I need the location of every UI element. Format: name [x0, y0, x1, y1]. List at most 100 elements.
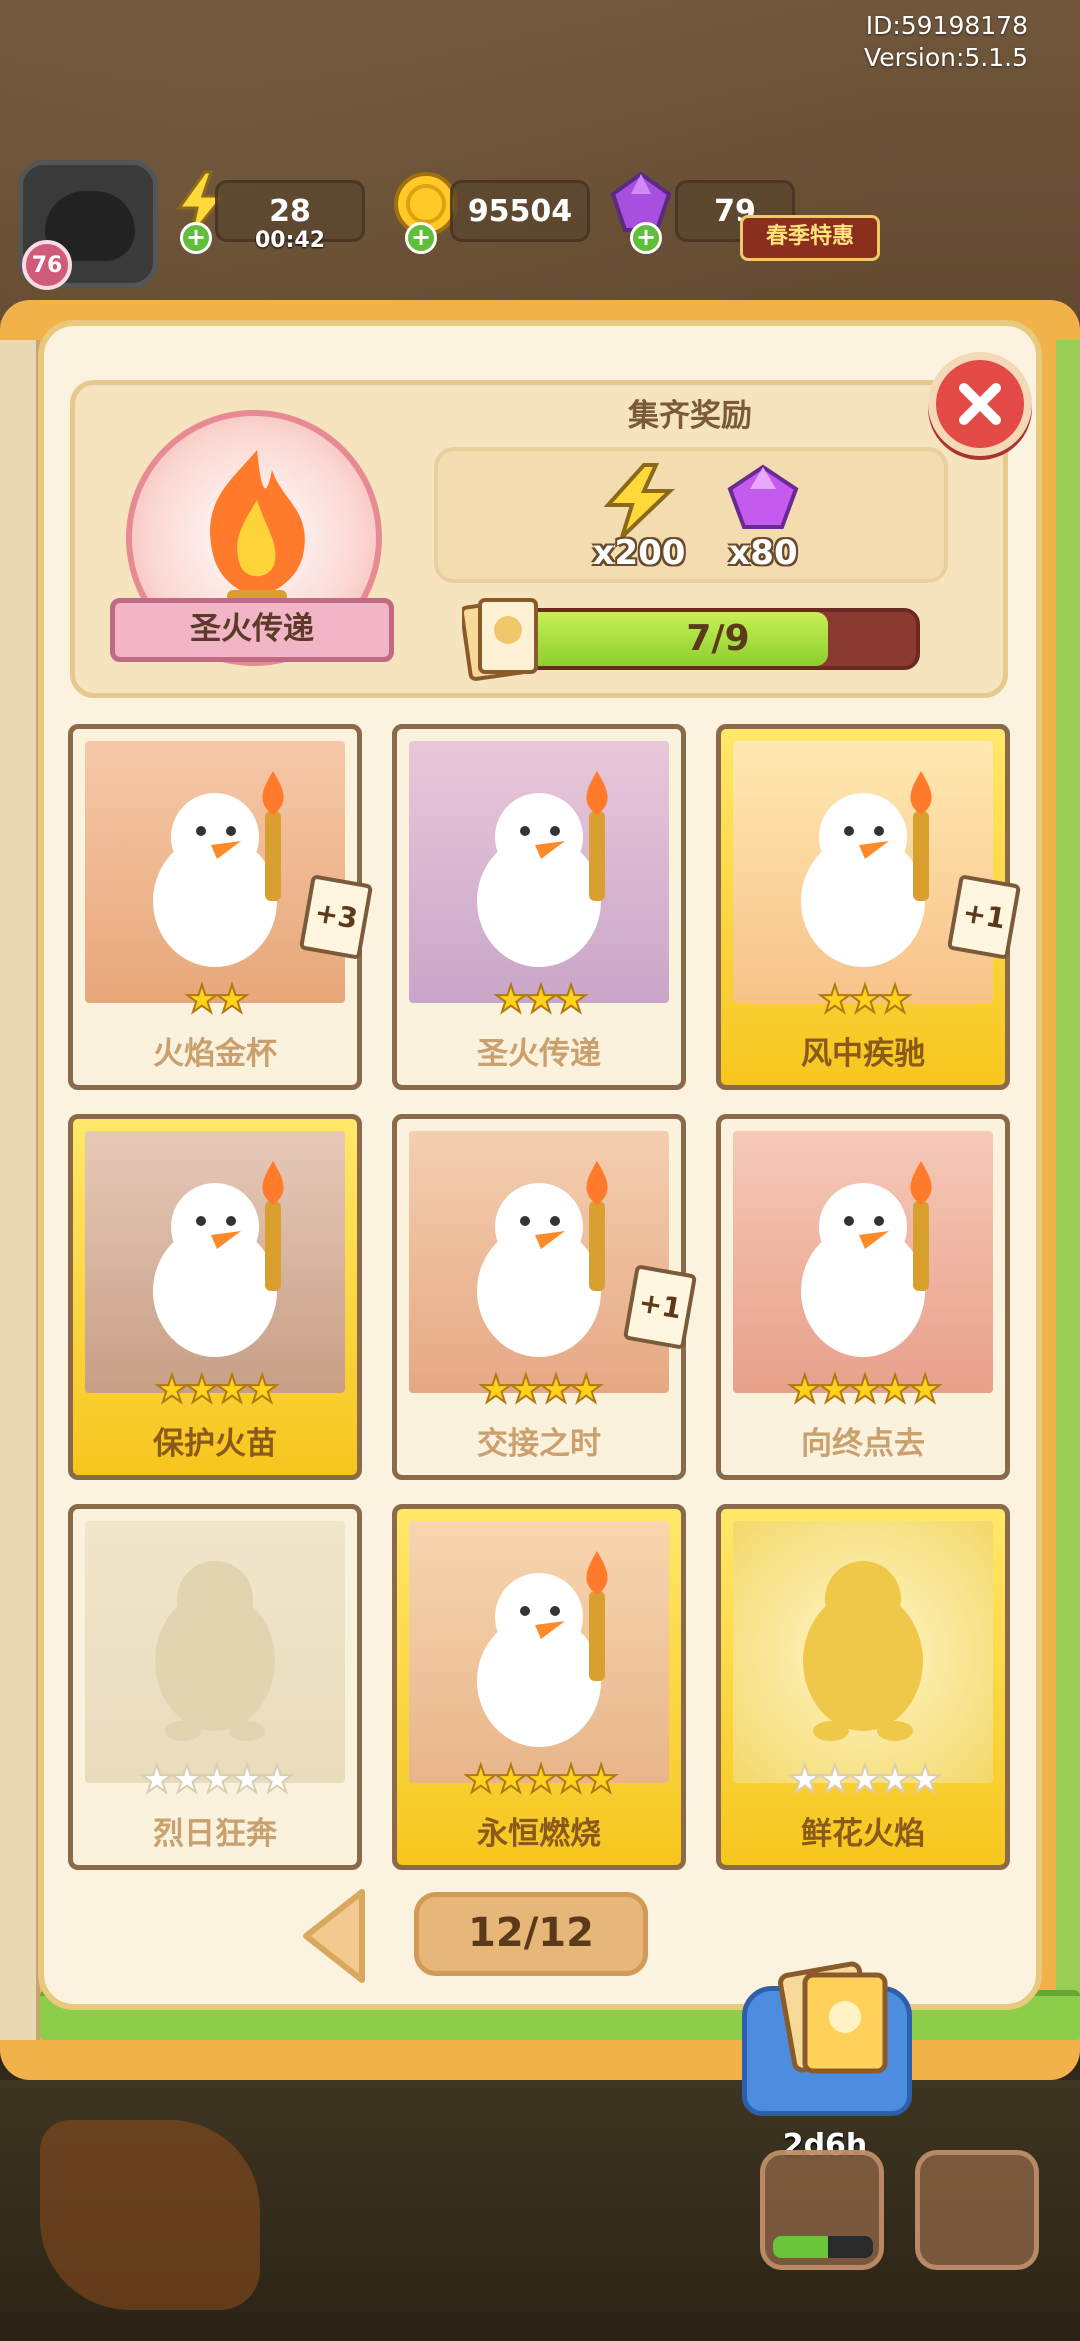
star-icon: ★: [259, 1757, 295, 1801]
collection-progress-bar: 7/9: [516, 608, 920, 670]
card-artwork: [85, 741, 345, 1003]
star-icon: ★: [478, 1367, 514, 1411]
card-name: 圣火传递: [477, 1036, 601, 1072]
album-cards-icon: [778, 1961, 888, 2074]
star-icon: ★: [907, 1367, 943, 1411]
duck-character-icon: [477, 1551, 608, 1747]
star-icon: ★: [817, 1757, 853, 1801]
card-stars: ★★: [73, 977, 357, 1021]
card-name: 向终点去: [801, 1426, 925, 1462]
card-artwork: [409, 1521, 669, 1783]
card-artwork: [733, 1131, 993, 1393]
star-icon: ★: [817, 1367, 853, 1411]
spring-sale-button[interactable]: 春季特惠: [740, 215, 880, 261]
star-icon: ★: [229, 1757, 265, 1801]
card-artwork: [409, 1131, 669, 1393]
star-icon: ★: [493, 1757, 529, 1801]
duplicate-count-badge: +1: [946, 874, 1022, 960]
card-artwork: [85, 1131, 345, 1393]
collection-card[interactable]: ★★★★★ 烈日狂奔: [68, 1504, 362, 1870]
collection-card[interactable]: ★★★★★ 鲜花火焰: [716, 1504, 1010, 1870]
star-icon: ★: [787, 1757, 823, 1801]
reward-amount: x80: [728, 533, 798, 573]
card-stars: ★★★★: [73, 1367, 357, 1411]
close-button[interactable]: [928, 352, 1032, 456]
star-icon: ★: [877, 977, 913, 1021]
add-coin-icon[interactable]: +: [405, 222, 437, 254]
duplicate-count-badge: +3: [298, 874, 374, 960]
duck-character-icon: [153, 771, 284, 967]
lightning-icon: [603, 463, 675, 539]
star-icon: ★: [847, 1367, 883, 1411]
star-icon: ★: [907, 1757, 943, 1801]
hud-info: ID:59198178 Version:5.1.5: [864, 10, 1028, 74]
add-gem-icon[interactable]: +: [630, 222, 662, 254]
card-artwork: [409, 741, 669, 1003]
star-icon: ★: [154, 1367, 190, 1411]
star-icon: ★: [817, 977, 853, 1021]
album-button[interactable]: [742, 1961, 912, 2116]
card-name: 交接之时: [477, 1426, 601, 1462]
gem-icon: [727, 464, 799, 529]
card-name: 火焰金杯: [153, 1036, 277, 1072]
reward-amount: x200: [592, 533, 686, 573]
reward-box: x200 x80: [434, 447, 948, 583]
star-icon: ★: [199, 1757, 235, 1801]
album-progress-bar: [773, 2236, 873, 2258]
reward-gems: x80: [708, 461, 818, 581]
add-energy-icon[interactable]: +: [180, 222, 212, 254]
star-icon: ★: [877, 1367, 913, 1411]
star-icon: ★: [139, 1757, 175, 1801]
card-stars: ★★★★★: [721, 1757, 1005, 1801]
reward-energy: x200: [584, 461, 694, 581]
star-icon: ★: [184, 1367, 220, 1411]
previous-page-icon[interactable]: [296, 1886, 376, 1986]
card-stars: ★★★★★: [397, 1757, 681, 1801]
collection-card[interactable]: ★★★ 风中疾驰 +1: [716, 724, 1022, 1090]
card-name: 保护火苗: [153, 1426, 277, 1462]
completion-reward-title: 集齐奖励: [628, 398, 752, 434]
book-spine-right: [1056, 340, 1080, 2040]
collection-card[interactable]: ★★★★★ 向终点去: [716, 1114, 1010, 1480]
collection-card[interactable]: ★★★★ 交接之时 +1: [392, 1114, 698, 1480]
star-icon: ★: [523, 977, 559, 1021]
coin-counter[interactable]: 95504: [450, 180, 590, 242]
social-button[interactable]: [915, 2150, 1039, 2270]
card-stars: ★★★: [721, 977, 1005, 1021]
star-icon: ★: [583, 1757, 619, 1801]
book-spine-left: [0, 340, 40, 2040]
card-stars: ★★★: [397, 977, 681, 1021]
star-icon: ★: [463, 1757, 499, 1801]
close-icon: [959, 383, 1001, 425]
star-icon: ★: [523, 1757, 559, 1801]
card-name: 永恒燃烧: [477, 1816, 601, 1852]
star-icon: ★: [847, 1757, 883, 1801]
star-icon: ★: [553, 1757, 589, 1801]
star-icon: ★: [787, 1367, 823, 1411]
collection-card[interactable]: ★★★★★ 永恒燃烧: [392, 1504, 686, 1870]
star-icon: ★: [847, 977, 883, 1021]
progress-text: 7/9: [686, 618, 750, 659]
page-indicator: 12/12: [414, 1892, 648, 1976]
star-icon: ★: [493, 977, 529, 1021]
energy-timer: 00:42: [255, 228, 326, 253]
collection-card[interactable]: ★★★ 圣火传递: [392, 724, 686, 1090]
duck-character-icon: [801, 771, 932, 967]
star-icon: ★: [538, 1367, 574, 1411]
collection-card[interactable]: ★★★★ 保护火苗: [68, 1114, 362, 1480]
star-icon: ★: [877, 1757, 913, 1801]
duck-character-icon: [801, 1161, 932, 1357]
card-name: 烈日狂奔: [153, 1816, 277, 1852]
album-progress-fill: [773, 2236, 828, 2258]
app-version: Version:5.1.5: [864, 43, 1028, 72]
collection-card[interactable]: ★★ 火焰金杯 +3: [68, 724, 374, 1090]
star-icon: ★: [184, 977, 220, 1021]
duck-character-icon: [477, 771, 608, 967]
locked-duck-silhouette-icon: [155, 1561, 275, 1741]
card-stars: ★★★★★: [73, 1757, 357, 1801]
star-icon: ★: [214, 1367, 250, 1411]
card-stack-icon: [462, 598, 538, 681]
card-artwork: [85, 1521, 345, 1783]
duplicate-count-badge: +1: [622, 1264, 698, 1350]
player-level-badge: 76: [22, 240, 72, 290]
